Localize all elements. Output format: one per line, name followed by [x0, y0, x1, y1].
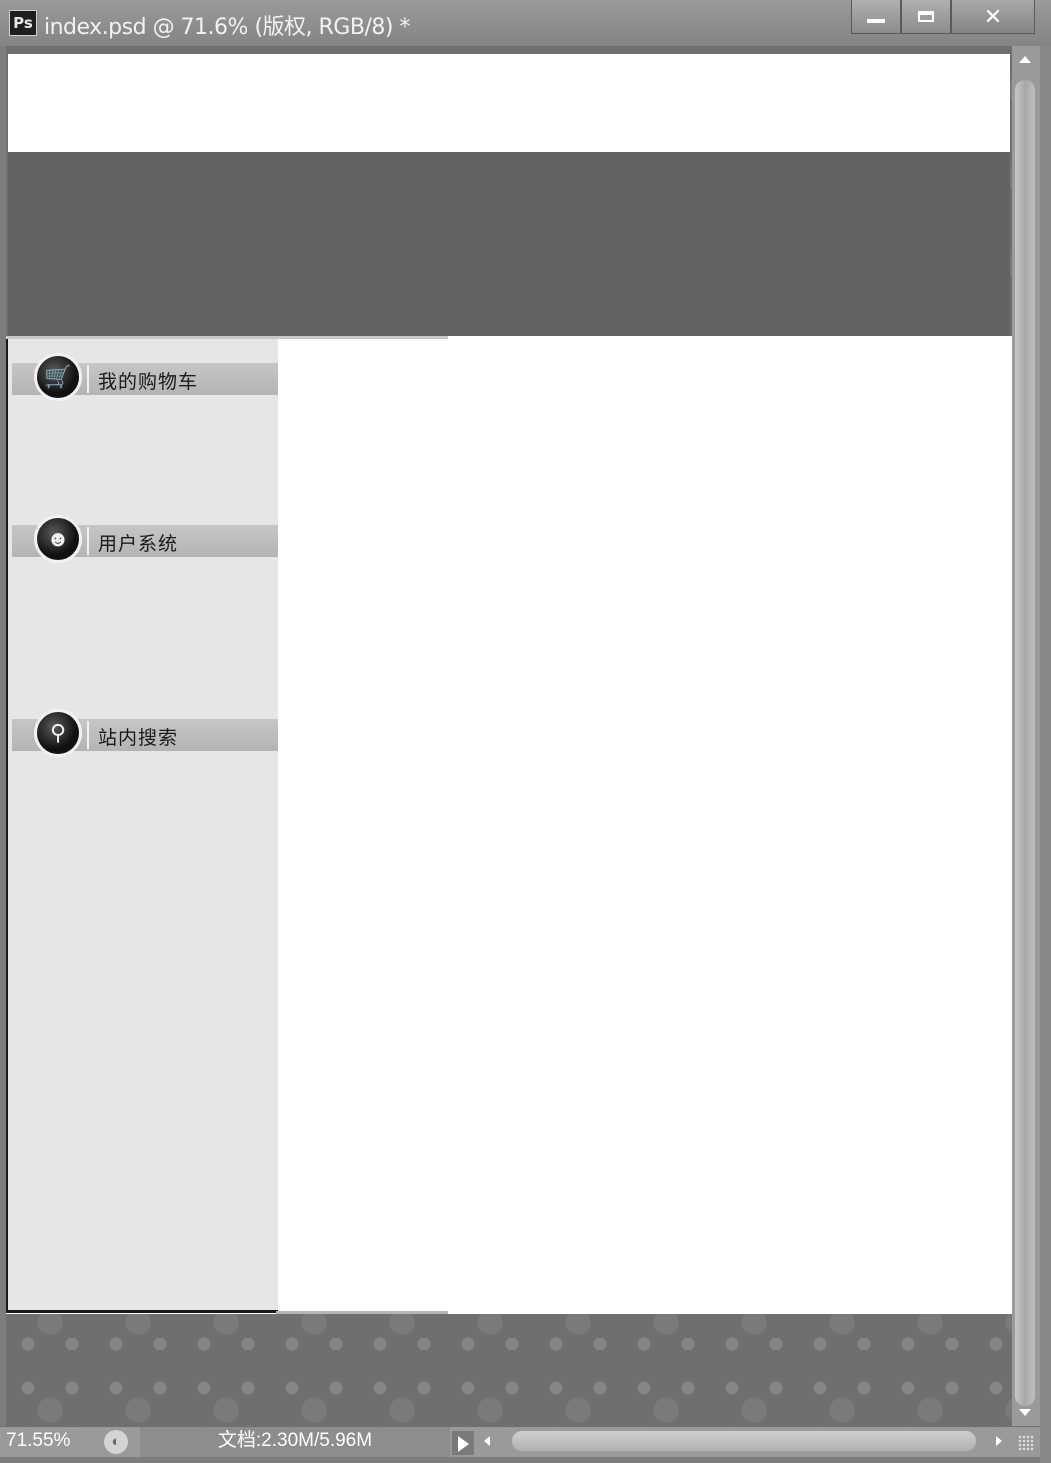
photoshop-document-window: Ps index.psd @ 71.6% (版权, RGB/8) * ✕ 🛒 我…	[0, 0, 1051, 1463]
sidebar-item-user-system[interactable]: ☻ 用户系统	[12, 515, 278, 567]
resize-grip-icon[interactable]	[1018, 1435, 1034, 1451]
scroll-left-icon[interactable]	[484, 1436, 490, 1446]
scroll-down-icon[interactable]	[1019, 1409, 1031, 1416]
page-content-area: 🛒 我的购物车 ☻ 用户系统 ⚲ 站内搜索	[6, 336, 1012, 1314]
maximize-icon	[918, 11, 934, 22]
window-title: index.psd @ 71.6% (版权, RGB/8) *	[44, 15, 410, 40]
info-icon[interactable]: ◐	[104, 1430, 128, 1454]
status-menu-button[interactable]	[452, 1431, 474, 1455]
page-header-area	[8, 54, 1010, 152]
minimize-icon	[867, 18, 885, 23]
user-icon: ☻	[34, 515, 82, 563]
divider	[87, 527, 95, 555]
search-icon: ⚲	[34, 709, 82, 757]
minimize-button[interactable]	[851, 0, 901, 34]
sidebar-item-label: 我的购物车	[98, 371, 199, 393]
window-controls: ✕	[851, 0, 1035, 36]
document-size-info: 文档:2.30M/5.96M	[140, 1427, 450, 1457]
scroll-right-icon[interactable]	[996, 1436, 1002, 1446]
maximize-button[interactable]	[901, 0, 951, 34]
divider	[87, 365, 95, 393]
sidebar-item-site-search[interactable]: ⚲ 站内搜索	[12, 709, 278, 761]
close-icon: ✕	[983, 3, 1003, 29]
left-sidebar: 🛒 我的购物车 ☻ 用户系统 ⚲ 站内搜索	[6, 339, 278, 1313]
shopping-cart-icon: 🛒	[34, 353, 82, 401]
scroll-up-icon[interactable]	[1019, 56, 1031, 63]
zoom-level[interactable]: 71.55%	[6, 1429, 98, 1453]
vertical-scrollbar[interactable]	[1012, 46, 1040, 1426]
close-button[interactable]: ✕	[951, 0, 1035, 34]
title-bar[interactable]: Ps index.psd @ 71.6% (版权, RGB/8) * ✕	[0, 0, 1051, 46]
horizontal-scrollbar[interactable]	[478, 1427, 1040, 1457]
status-bar: 71.55% ◐ 文档:2.30M/5.96M	[0, 1426, 1040, 1457]
page-banner	[8, 152, 1010, 336]
app-logo: Ps	[9, 10, 37, 36]
divider	[276, 1311, 448, 1314]
sidebar-item-label: 站内搜索	[98, 727, 179, 749]
divider	[87, 721, 95, 749]
sidebar-item-label: 用户系统	[98, 533, 179, 555]
scroll-thumb[interactable]	[1015, 80, 1035, 1406]
window-border	[1040, 46, 1051, 1463]
scroll-thumb[interactable]	[512, 1431, 976, 1451]
sidebar-item-cart[interactable]: 🛒 我的购物车	[12, 353, 278, 405]
